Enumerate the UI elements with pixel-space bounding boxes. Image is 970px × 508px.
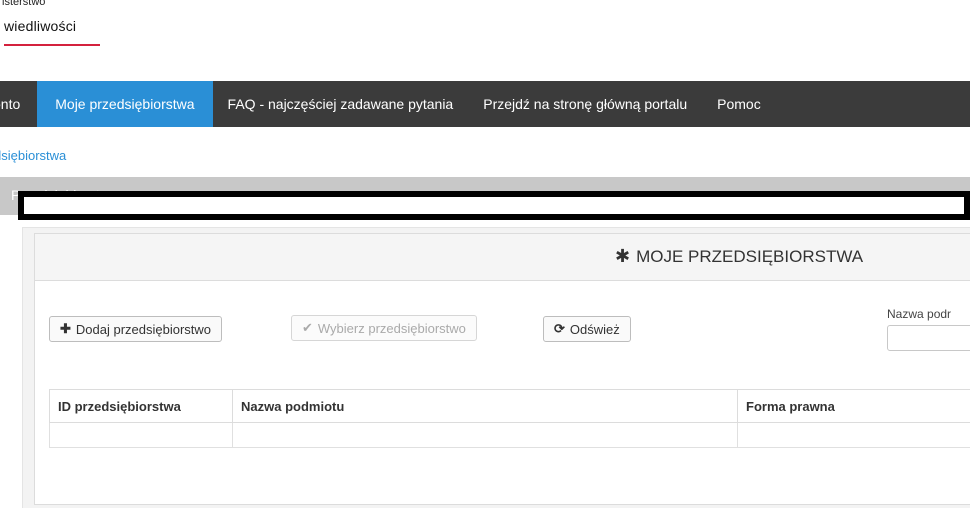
check-icon: ✔ [302,320,313,336]
refresh-icon: ⟳ [554,321,565,337]
breadcrumb: dsiębiorstwa [0,148,66,163]
table-row[interactable] [50,423,970,448]
redacted-row-overlay [18,191,970,220]
nav-item-konto[interactable]: onto [0,81,37,127]
companies-panel: ✱ MOJE PRZEDSIĘBIORSTWA ✚ Dodaj przedsięb… [34,233,970,505]
main-navbar: onto Moje przedsiębiorstwa FAQ - najczęś… [0,81,970,127]
column-header-legal-form[interactable]: Forma prawna [738,390,970,423]
table-cell [233,423,738,448]
add-company-label: Dodaj przedsiębiorstwo [76,322,211,337]
table-header-row: ID przedsiębiorstwa Nazwa podmiotu Forma… [50,390,970,423]
logo-underline [4,44,100,46]
select-company-label: Wybierz przedsiębiorstwo [318,321,466,336]
column-header-id[interactable]: ID przedsiębiorstwa [50,390,233,423]
panel-header: ✱ MOJE PRZEDSIĘBIORSTWA [35,234,970,281]
nav-item-help[interactable]: Pomoc [702,81,776,127]
panel-title: ✱ MOJE PRZEDSIĘBIORSTWA [615,246,863,267]
search-label: Nazwa podr [887,307,951,321]
ministry-logo[interactable]: isterstwo wiedliwości [0,0,120,60]
companies-table: ID przedsiębiorstwa Nazwa podmiotu Forma… [49,389,970,448]
column-header-name[interactable]: Nazwa podmiotu [233,390,738,423]
panel-title-text: MOJE PRZEDSIĘBIORSTWA [636,247,863,266]
refresh-button[interactable]: ⟳ Odśwież [543,316,631,342]
table-cell [738,423,970,448]
select-company-button[interactable]: ✔ Wybierz przedsiębiorstwo [291,315,477,341]
nav-item-portal-home[interactable]: Przejdź na stronę główną portalu [468,81,702,127]
asterisk-icon: ✱ [615,246,630,266]
logo-text-bottom: wiedliwości [4,18,76,34]
logo-text-top: isterstwo [2,0,45,8]
plus-icon: ✚ [60,321,71,337]
search-input[interactable] [887,325,970,351]
table-cell [50,423,233,448]
add-company-button[interactable]: ✚ Dodaj przedsiębiorstwo [49,316,222,342]
refresh-label: Odśwież [570,322,620,337]
breadcrumb-link[interactable]: dsiębiorstwa [0,148,66,163]
nav-item-moje-przedsiebiorstwa[interactable]: Moje przedsiębiorstwa [37,81,212,127]
nav-item-faq[interactable]: FAQ - najczęściej zadawane pytania [213,81,469,127]
